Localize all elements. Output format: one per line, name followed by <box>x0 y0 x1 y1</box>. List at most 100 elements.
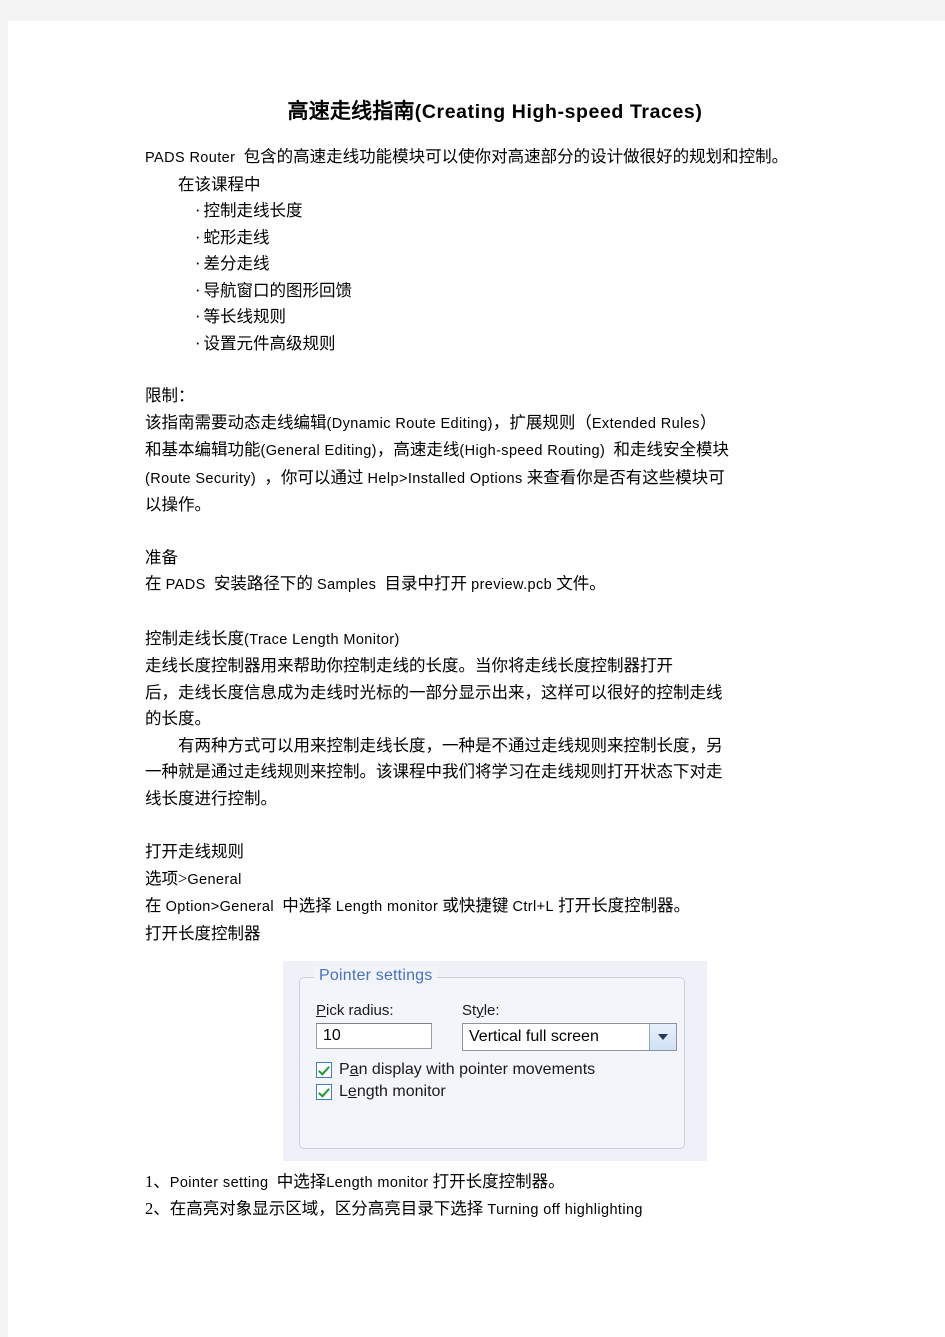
intro-product-name: PADS Router <box>145 150 236 166</box>
bullet-dot-icon: · <box>195 227 201 247</box>
prep-e: 目录中打开 <box>384 574 467 593</box>
open-rules-l2-g: 打开长度控制器。 <box>558 896 691 915</box>
limits-l1-e: ） <box>699 412 717 432</box>
step-1-en2: Length monitor <box>326 1175 429 1191</box>
intro-line-2: 在该课程中 <box>178 174 261 194</box>
prep-f: preview.pcb <box>471 577 553 593</box>
length-monitor-checkbox-row[interactable]: Length monitor <box>316 1083 670 1101</box>
bullet-dot-icon: · <box>195 254 201 273</box>
steps-list: 1、Pointer setting 中选择Length monitor 打开长度… <box>145 1169 845 1223</box>
pan-label-a: P <box>339 1061 350 1078</box>
tlm-line-3: 的长度。 <box>145 709 211 728</box>
limits-l1-c: ，扩展规则（ <box>492 412 592 432</box>
limits-l1-b: (Dynamic Route Editing) <box>326 415 493 432</box>
groupbox-legend: Pointer settings <box>314 967 438 985</box>
list-item: 2、在高亮对象显示区域，区分高亮目录下选择 Turning off highli… <box>145 1196 845 1223</box>
open-rules-l2-b: Option>General <box>165 899 274 915</box>
dialog-screenshot-wrapper: Pointer settings Pick radius: 10 Style: … <box>145 961 845 1161</box>
document-content: 高速走线指南(Creating High-speed Traces) PADS … <box>145 95 845 1223</box>
limits-heading: 限制： <box>145 386 195 405</box>
list-item: · 差分走线 <box>195 251 845 278</box>
tlm-heading-cn: 控制走线长度 <box>145 628 244 648</box>
open-rules-l2-d: Length monitor <box>335 899 439 915</box>
limits-line-4: 以操作。 <box>145 495 211 514</box>
bullet-dot-icon: · <box>195 280 201 300</box>
limits-l1-d: Extended Rules <box>591 415 700 432</box>
list-item-label: 等长线规则 <box>203 307 287 326</box>
limits-l2-b: (General Editing) <box>260 443 377 459</box>
step-1-en1: Pointer setting <box>169 1175 269 1191</box>
pan-display-checkbox-row[interactable]: Pan display with pointer movements <box>316 1061 670 1079</box>
page-title-cn: 高速走线指南 <box>287 99 415 123</box>
list-item-label: 导航窗口的图形回馈 <box>203 280 353 300</box>
pick-radius-input[interactable]: 10 <box>316 1023 432 1049</box>
style-select-value: Vertical full screen <box>469 1028 599 1045</box>
length-mnemonic: e <box>347 1083 357 1100</box>
prep-b: PADS <box>165 577 206 593</box>
tlm-p2-line-2: 一种就是通过走线规则来控制。该课程中我们将学习在走线规则打开状态下对走 <box>145 762 723 781</box>
pointer-settings-groupbox: Pointer settings Pick radius: 10 Style: … <box>299 967 685 1149</box>
limits-l3-a: (Route Security) <box>145 470 257 487</box>
page-title-en: (Creating High-speed Traces) <box>414 101 703 123</box>
style-field-group: Style: Vertical full screen <box>462 1002 677 1051</box>
bullet-dot-icon: · <box>195 201 201 220</box>
pick-radius-label-rest: ick radius: <box>326 1002 394 1019</box>
tlm-heading-en: (Trace Length Monitor) <box>244 631 400 648</box>
style-label-a: St <box>462 1002 477 1019</box>
list-item: · 导航窗口的图形回馈 <box>195 278 845 305</box>
list-item-label: 控制走线长度 <box>203 201 303 220</box>
checkmark-icon[interactable] <box>316 1084 332 1100</box>
prep-line: 在 PADS 安装路径下的 Samples 目录中打开 preview.pcb … <box>145 571 845 599</box>
list-item: · 设置元件高级规则 <box>195 331 845 358</box>
step-1-cn1: 中选择 <box>276 1172 327 1191</box>
open-rules-heading: 打开走线规则 <box>145 842 244 861</box>
style-select[interactable]: Vertical full screen <box>462 1023 677 1051</box>
prep-heading: 准备 <box>145 547 178 567</box>
list-item: · 蛇形走线 <box>195 225 845 252</box>
list-item: · 控制走线长度 <box>195 198 845 225</box>
page-title: 高速走线指南(Creating High-speed Traces) <box>145 95 845 125</box>
checkmark-icon[interactable] <box>316 1062 332 1078</box>
pick-radius-label: Pick radius: <box>316 1002 432 1019</box>
style-label: Style: <box>462 1002 677 1019</box>
topic-bullet-list: · 控制走线长度 · 蛇形走线 · 差分走线 · 导航窗口的图形回馈 · 等长线规则 · 设… <box>145 198 845 357</box>
step-number: 1、 <box>145 1172 170 1191</box>
prep-d: Samples <box>317 577 377 593</box>
dialog-fields: Pick radius: 10 Style: Vertical full scr… <box>316 1002 677 1105</box>
pan-display-checkbox-label: Pan display with pointer movements <box>339 1061 595 1079</box>
length-label-rest: ngth monitor <box>356 1083 446 1100</box>
tlm-line-2: 后，走线长度信息成为走线时光标的一部分显示出来，这样可以很好的控制走线 <box>145 682 723 702</box>
limits-l3-d: 来查看你是否有这些模块可 <box>526 467 725 487</box>
document-page: 高速走线指南(Creating High-speed Traces) PADS … <box>8 21 945 1337</box>
pick-radius-mnemonic: P <box>316 1002 327 1019</box>
intro-paragraph: PADS Router 包含的高速走线功能模块可以使你对高速部分的设计做很好的规… <box>145 144 845 172</box>
chevron-down-icon[interactable] <box>649 1024 676 1050</box>
list-item-label: 设置元件高级规则 <box>203 333 336 353</box>
step-number: 2、 <box>145 1199 170 1218</box>
prep-g: 文件。 <box>556 574 606 593</box>
limits-l3-b: ，你可以通过 <box>264 467 364 487</box>
open-rules-l1-a: 选项> <box>145 868 188 888</box>
limits-l2-c: ，高速走线 <box>376 440 460 459</box>
field-row: Pick radius: 10 Style: Vertical full scr… <box>316 1002 677 1051</box>
list-item-label: 蛇形走线 <box>203 227 270 247</box>
list-item: · 等长线规则 <box>195 304 845 331</box>
chevron-glyph <box>658 1034 668 1040</box>
tlm-line-1: 走线长度控制器用来帮助你控制走线的长度。当你将走线长度控制器打开 <box>145 656 673 675</box>
pointer-settings-dialog-image: Pointer settings Pick radius: 10 Style: … <box>283 961 707 1161</box>
intro-text: 包含的高速走线功能模块可以使你对高速部分的设计做很好的规划和控制。 <box>243 147 789 166</box>
open-rules-line-2: 在 Option>General 中选择 Length monitor 或快捷键… <box>145 893 845 921</box>
bullet-dot-icon: · <box>195 307 201 326</box>
open-rules-l2-a: 在 <box>145 896 162 915</box>
pick-radius-field-group: Pick radius: 10 <box>316 1002 432 1051</box>
checkbox-group: Pan display with pointer movements Lengt… <box>316 1061 670 1101</box>
limits-line-2: 和基本编辑功能(General Editing)，高速走线(High-speed… <box>145 437 845 465</box>
limits-l3-c: Help>Installed Options <box>367 470 523 487</box>
style-mnemonic: y <box>476 1002 484 1019</box>
limits-l2-d: (High-speed Routing) <box>459 443 606 459</box>
open-rules-line-3: 打开长度控制器 <box>145 923 261 943</box>
bullet-dot-icon: · <box>195 333 201 353</box>
